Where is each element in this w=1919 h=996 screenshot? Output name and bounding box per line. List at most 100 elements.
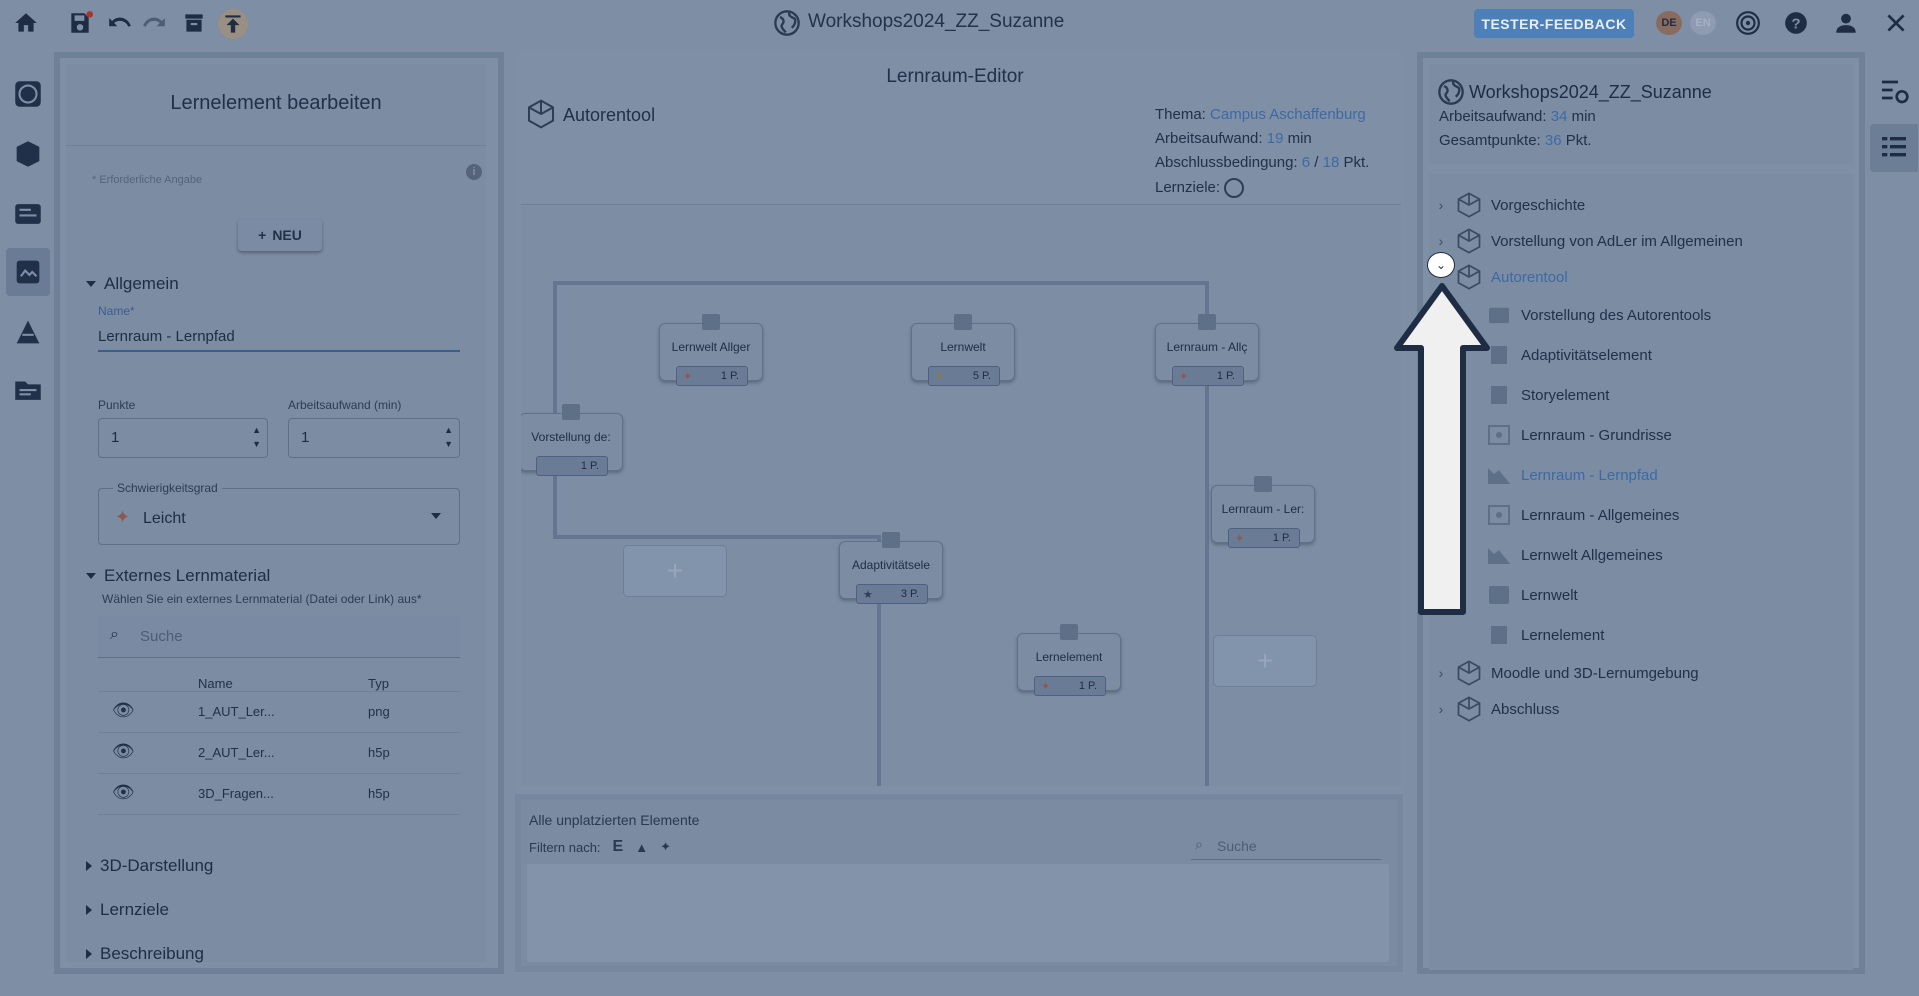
chevron-right-icon[interactable]: › [1429, 233, 1453, 249]
section-3d-toggle[interactable]: 3D-Darstellung [86, 856, 213, 876]
tree-element-item[interactable]: Lernwelt [1487, 580, 1578, 610]
info-icon[interactable]: i [466, 164, 482, 180]
expand-autorentool-chevron-icon[interactable]: ⌄ [1428, 253, 1454, 277]
material-search-input[interactable]: ⌕ Suche [98, 616, 460, 658]
unplaced-list[interactable] [527, 864, 1389, 962]
material-type: h5p [368, 786, 390, 801]
element-points: ✦ 5 P. [928, 366, 1000, 386]
editor-title: Lernraum-Editor [886, 66, 1024, 87]
search-icon: ⌕ [110, 626, 119, 643]
eye-icon[interactable]: 👁 [112, 700, 135, 721]
tree-element-item[interactable]: Lernraum - Allgemeines [1487, 500, 1679, 530]
upload-icon[interactable] [218, 9, 248, 39]
element-list-icon[interactable] [1870, 124, 1918, 172]
rail-element-icon[interactable] [6, 248, 50, 296]
tree-element-item[interactable]: Lernwelt Allgemeines [1487, 540, 1663, 570]
tree-element-item[interactable]: Lernraum - Grundrisse [1487, 420, 1672, 450]
tester-feedback-button[interactable]: TESTER-FEEDBACK [1474, 9, 1634, 38]
lang-en-button[interactable]: EN [1690, 11, 1716, 35]
filter-element-button[interactable]: E [613, 838, 624, 856]
lang-de-button[interactable]: DE [1656, 11, 1682, 35]
rail-world-icon[interactable] [6, 70, 50, 118]
tree-space-item[interactable]: › Abschluss [1429, 694, 1559, 724]
element-card[interactable]: Adaptivitätsele ★ 3 P. [839, 532, 943, 604]
pointer-arrow-icon [1394, 283, 1490, 615]
element-label: Lernraum - Allç [1166, 340, 1248, 354]
difficulty-star-icon: ✦ [115, 507, 131, 527]
tree-element-item[interactable]: Storyelement [1487, 380, 1609, 410]
table-row[interactable]: 👁 2_AUT_Ler... h5p [98, 733, 460, 774]
rail-folder-icon[interactable] [6, 366, 50, 414]
target-icon[interactable] [1734, 9, 1762, 37]
element-card[interactable]: Vorstellung de: 1 P. [521, 404, 623, 476]
section-external-toggle[interactable]: Externes Lernmaterial [86, 566, 270, 586]
redo-icon[interactable] [140, 9, 168, 37]
tree-space-item[interactable]: › Vorstellung von AdLer im Allgemeinen [1429, 226, 1743, 256]
section-goals-toggle[interactable]: Lernziele [86, 900, 169, 920]
space-hex-icon [1453, 658, 1485, 688]
workload-input[interactable]: 1 ▲ ▼ [288, 418, 460, 458]
tree-element-item[interactable]: Lernelement [1487, 620, 1604, 650]
rail-space-icon[interactable] [6, 130, 50, 178]
section-general-toggle[interactable]: Allgemein [86, 274, 179, 294]
workload-stepper[interactable]: ▲ ▼ [444, 423, 453, 451]
name-input[interactable]: Lernraum - Lernpfad [98, 318, 460, 352]
section-3d-label: 3D-Darstellung [100, 856, 214, 875]
chevron-right-icon[interactable]: › [1429, 197, 1453, 213]
tree-element-item[interactable]: Vorstellung des Autorentools [1487, 300, 1711, 330]
meta-completion: Abschlussbedingung: 6 / 18 Pkt. [1155, 154, 1370, 171]
points-input[interactable]: 1 ▲ ▼ [98, 418, 268, 458]
table-row[interactable]: 👁 1_AUT_Ler... png [98, 692, 460, 733]
search-icon: ⌕ [1195, 836, 1203, 852]
element-card[interactable]: Lernraum - Ler: ✦ 1 P. [1211, 476, 1315, 548]
chevron-right-icon[interactable]: › [1429, 665, 1453, 681]
world-workload: Arbeitsaufwand: 34 min [1439, 108, 1596, 125]
meta-goals: Lernziele: [1155, 178, 1245, 198]
chevron-right-icon[interactable]: › [1429, 701, 1453, 717]
tree-space-item[interactable]: › Moodle und 3D-Lernumgebung [1429, 658, 1699, 688]
filter-adaptivity-icon[interactable]: ✦ [660, 839, 671, 855]
eye-icon[interactable]: 👁 [112, 782, 135, 803]
space-name: Autorentool [563, 105, 656, 125]
empty-slot-add-button[interactable]: + [623, 545, 727, 597]
undo-icon[interactable] [106, 9, 134, 37]
goals-target-icon[interactable] [1224, 178, 1245, 198]
tree-element-item[interactable]: Adaptivitätselement [1487, 340, 1652, 370]
difficulty-select[interactable]: Schwierigkeitsgrad ✦ Leicht [98, 481, 460, 545]
element-card[interactable]: Lernwelt Allger ✦ 1 P. [659, 314, 763, 386]
filter-story-icon[interactable]: ▲ [635, 840, 648, 855]
rail-content-icon[interactable] [6, 190, 50, 238]
element-type-icon [1198, 314, 1216, 330]
archive-icon[interactable] [180, 9, 208, 37]
text-element-icon [1487, 624, 1511, 646]
element-points: ★ 3 P. [856, 584, 928, 604]
empty-slot-add-button[interactable]: + [1213, 635, 1317, 687]
element-card[interactable]: Lernraum - Allç ✦ 1 P. [1155, 314, 1259, 386]
element-card[interactable]: Lernwelt ✦ 5 P. [911, 314, 1015, 386]
filter-label: Filtern nach: [529, 839, 601, 855]
table-row[interactable]: 👁 3D_Fragen... h5p [98, 774, 460, 815]
tree-element-item-selected[interactable]: Lernraum - Lernpfad [1487, 460, 1658, 490]
floorplan-canvas[interactable]: Lernwelt Allger ✦ 1 P. Lernwelt ✦ 5 P. Ler… [521, 204, 1401, 786]
close-icon[interactable] [1882, 9, 1910, 37]
required-note: * Erforderliche Angabe [92, 174, 203, 186]
external-hint: Wählen Sie ein externes Lernmaterial (Da… [102, 592, 422, 606]
tree-space-item[interactable]: › Vorgeschichte [1429, 190, 1585, 220]
space-editor: Lernraum-Editor Autorentool Thema: Campu… [515, 52, 1405, 974]
save-icon[interactable] [66, 9, 94, 37]
points-stepper[interactable]: ▲ ▼ [252, 423, 261, 451]
element-points: ✦ 1 P. [1034, 676, 1106, 696]
eye-icon[interactable]: 👁 [112, 741, 135, 762]
help-icon[interactable]: ? [1782, 9, 1810, 37]
space-structure-icon[interactable] [1870, 66, 1918, 114]
new-element-button[interactable]: + NEU [238, 219, 322, 251]
user-icon[interactable] [1832, 9, 1860, 37]
element-card[interactable]: Lernelement ✦ 1 P. [1017, 624, 1121, 696]
header-type: Typ [368, 676, 389, 691]
rail-adaptivity-icon[interactable] [6, 308, 50, 356]
unplaced-search-input[interactable]: ⌕ Suche [1191, 830, 1381, 860]
section-desc-toggle[interactable]: Beschreibung [86, 944, 204, 964]
space-hex-icon [1453, 190, 1485, 220]
space-hex-icon [1453, 226, 1485, 256]
home-icon[interactable] [12, 9, 40, 37]
